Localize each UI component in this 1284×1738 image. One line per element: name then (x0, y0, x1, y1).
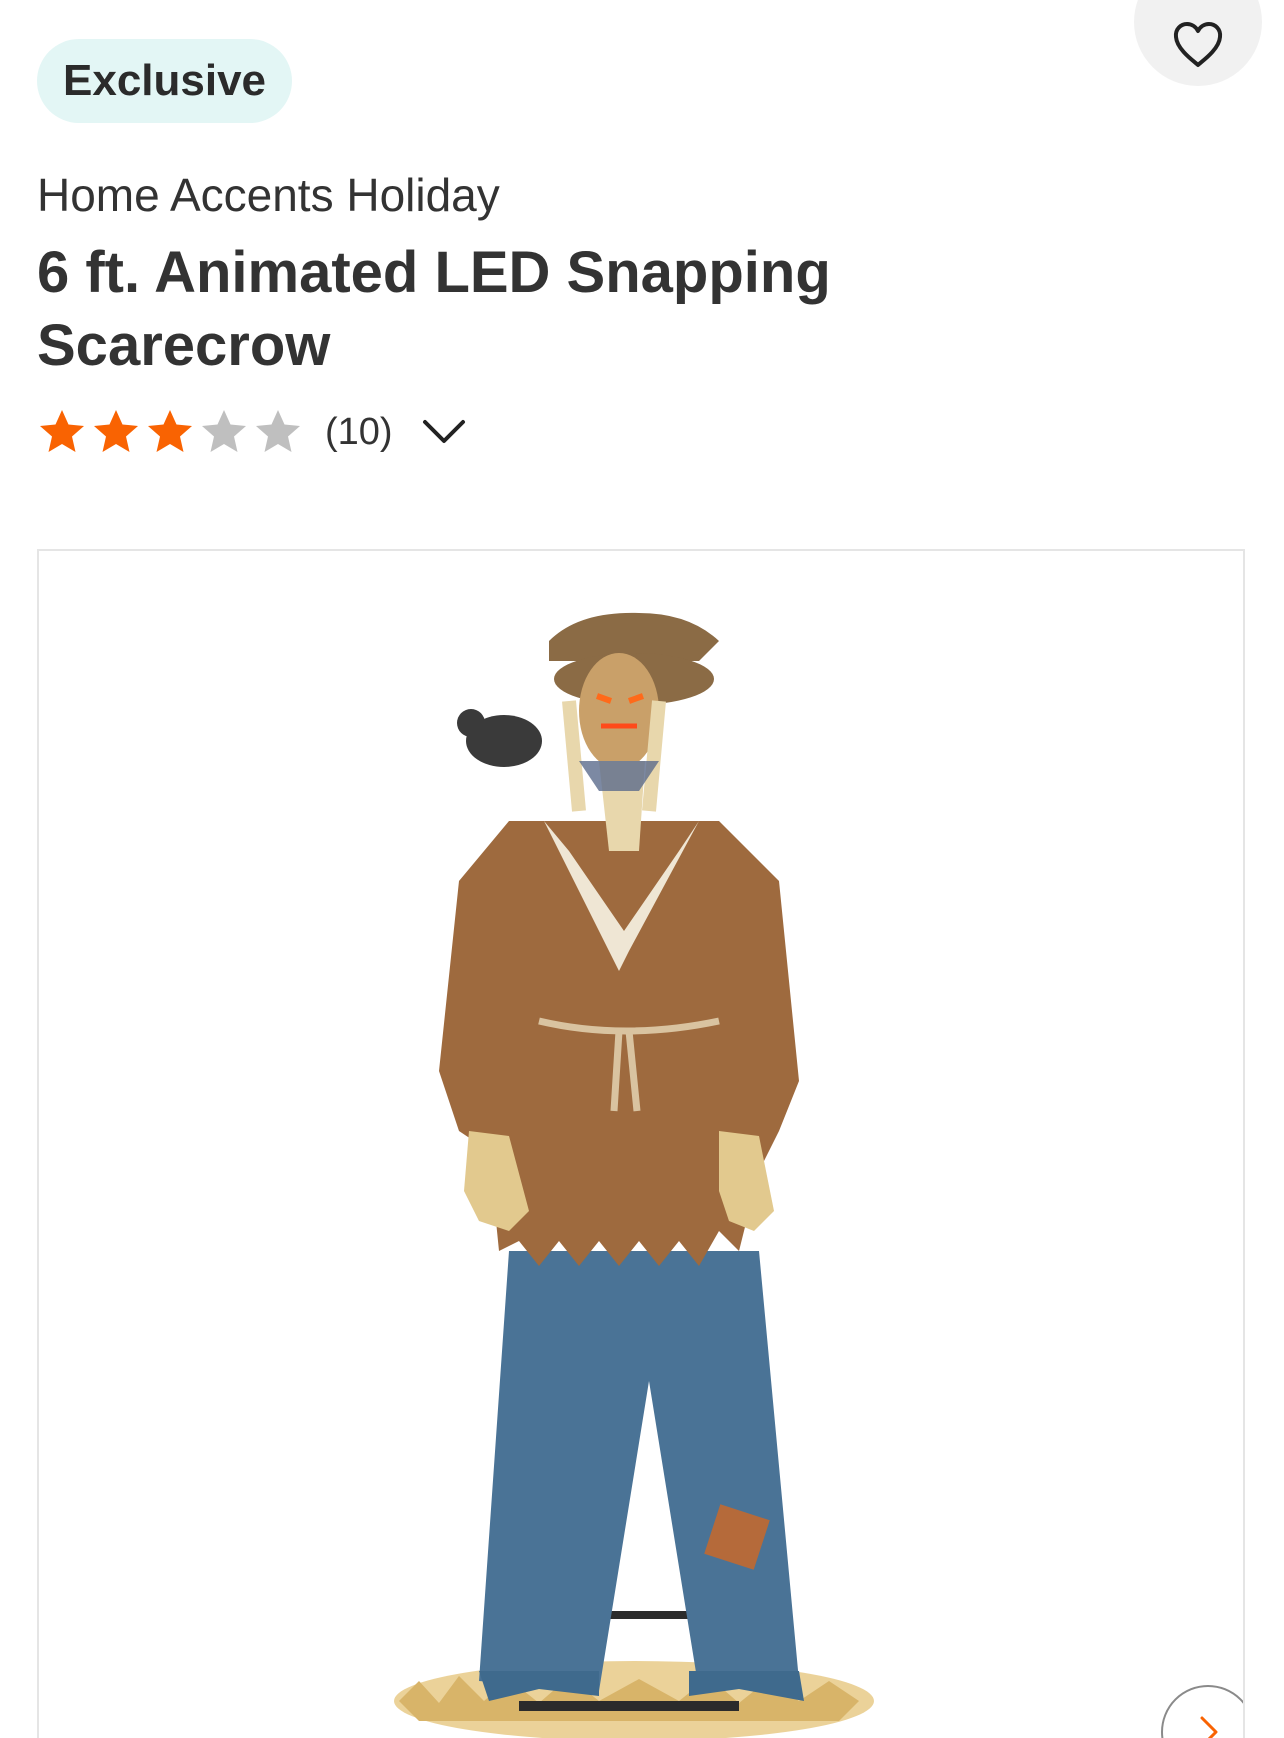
exclusive-badge: Exclusive (37, 39, 293, 123)
star-filled-icon (40, 410, 84, 452)
pants-graphic (479, 1251, 804, 1701)
rating-summary[interactable]: (10) (37, 405, 469, 459)
star-empty-icon (202, 410, 246, 452)
product-title: 6 ft. Animated LED Snapping Scarecrow (37, 240, 831, 378)
product-image (394, 612, 874, 1738)
head-graphic (549, 612, 719, 851)
favorite-button[interactable] (1134, 0, 1262, 86)
star-filled-icon (148, 410, 192, 452)
product-image-gallery[interactable] (37, 549, 1245, 1738)
star-empty-icon (256, 410, 300, 452)
star-rating (37, 407, 303, 457)
crow-graphic (457, 709, 542, 767)
chevron-down-icon[interactable] (419, 407, 469, 457)
star-filled-icon (94, 410, 138, 452)
heart-outline-icon (1173, 22, 1223, 67)
chevron-right-icon (1200, 1716, 1218, 1738)
brand-name[interactable]: Home Accents Holiday (37, 168, 500, 222)
exclusive-badge-label: Exclusive (63, 56, 267, 105)
straw-base-graphic (394, 1611, 874, 1738)
product-page: Exclusive Home Accents Holiday 6 ft. Ani… (0, 0, 1284, 1738)
review-count[interactable]: (10) (325, 411, 393, 454)
